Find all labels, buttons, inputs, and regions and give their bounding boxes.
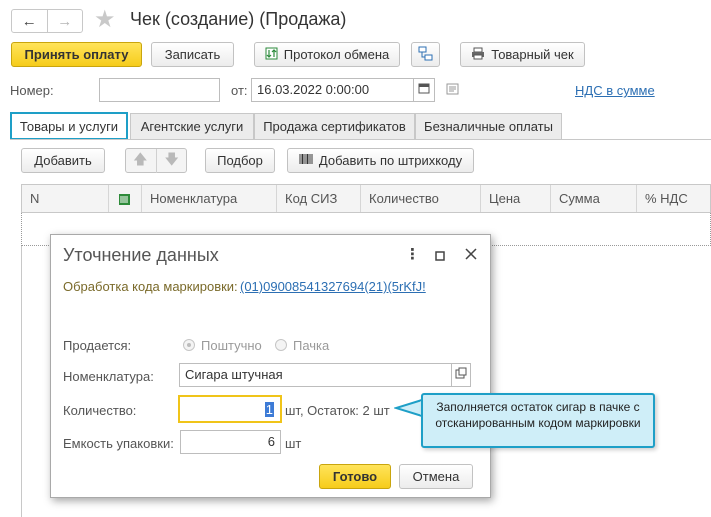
forward-arrow-icon[interactable]: →	[46, 10, 83, 32]
back-arrow-icon[interactable]: ←	[12, 10, 47, 32]
table-header: N Номенклатура Код СИЗ Количество Цена С…	[21, 184, 711, 213]
calendar-button[interactable]	[413, 78, 435, 102]
structure-button[interactable]	[411, 42, 440, 67]
comment-icon[interactable]	[446, 83, 459, 98]
sold-label: Продается:	[63, 338, 132, 353]
hint-callout: Заполняется остаток сигар в пачке с отск…	[421, 393, 655, 448]
open-nomenclature-button[interactable]	[451, 363, 471, 387]
add-row-button[interactable]: Добавить	[21, 148, 105, 173]
package-capacity-unit: шт	[285, 436, 302, 451]
column-n[interactable]: N	[22, 185, 109, 212]
goods-receipt-button[interactable]: Товарный чек	[460, 42, 585, 67]
nomenclature-label: Номенклатура:	[63, 369, 154, 384]
callout-pointer	[394, 398, 424, 418]
date-label: от:	[231, 83, 248, 98]
add-by-barcode-button[interactable]: Добавить по штрихкоду	[287, 148, 474, 173]
cancel-button[interactable]: Отмена	[399, 464, 473, 489]
date-field[interactable]: 16.03.2022 0:00:00	[251, 78, 414, 102]
hierarchy-icon	[418, 46, 433, 64]
dialog-title: Уточнение данных	[63, 245, 219, 265]
maximize-icon[interactable]	[435, 248, 445, 265]
tab-goods-services[interactable]: Товары и услуги	[10, 112, 128, 140]
marking-code-link[interactable]: (01)09008541327694(21)(5rKfJ!	[240, 279, 426, 294]
quantity-value: 1	[264, 402, 274, 417]
number-field[interactable]	[99, 78, 220, 102]
radio-per-piece-label: Поштучно	[201, 338, 262, 353]
navigation-buttons: ← →	[11, 9, 83, 33]
done-button[interactable]: Готово	[319, 464, 391, 489]
column-siz-code[interactable]: Код СИЗ	[277, 185, 361, 212]
window-title: Чек (создание) (Продажа)	[130, 9, 347, 29]
column-nomenclature[interactable]: Номенклатура	[142, 185, 277, 212]
open-icon	[455, 367, 467, 382]
select-button[interactable]: Подбор	[205, 148, 275, 173]
tab-certificate-sales[interactable]: Продажа сертификатов	[254, 113, 415, 139]
tab-agent-services[interactable]: Агентские услуги	[130, 113, 254, 139]
clarify-data-dialog: Уточнение данных ⋮ Обработка кода маркир…	[50, 234, 491, 498]
goods-receipt-label: Товарный чек	[491, 47, 574, 62]
column-vat-percent[interactable]: % НДС	[637, 185, 711, 212]
move-buttons: 🡅 🡇	[125, 148, 187, 173]
exchange-log-label: Протокол обмена	[283, 47, 390, 62]
more-icon[interactable]: ⋮	[405, 245, 420, 263]
column-quantity[interactable]: Количество	[361, 185, 481, 212]
package-capacity-label: Емкость упаковки:	[63, 436, 174, 451]
radio-pack-label: Пачка	[293, 338, 330, 353]
close-icon[interactable]	[465, 247, 477, 264]
table-border	[21, 246, 22, 517]
marking-label: Обработка кода маркировки:	[63, 279, 238, 294]
favorite-star-icon[interactable]: ★	[94, 7, 116, 33]
printer-icon	[471, 47, 485, 63]
radio-pack[interactable]	[275, 339, 287, 351]
barcode-icon	[299, 153, 313, 168]
tab-cashless-payments[interactable]: Безналичные оплаты	[415, 113, 562, 139]
calendar-icon	[418, 82, 430, 97]
column-marking[interactable]	[109, 185, 142, 212]
exchange-log-button[interactable]: Протокол обмена	[254, 42, 400, 67]
accept-payment-button[interactable]: Принять оплату	[11, 42, 142, 67]
add-by-barcode-label: Добавить по штрихкоду	[318, 153, 463, 168]
save-button[interactable]: Записать	[151, 42, 234, 67]
column-price[interactable]: Цена	[481, 185, 551, 212]
exchange-icon	[265, 47, 278, 63]
marking-icon	[118, 191, 131, 206]
package-capacity-field[interactable]: 6	[180, 430, 281, 454]
arrow-down-icon[interactable]: 🡇	[155, 148, 187, 173]
radio-per-piece[interactable]	[183, 339, 195, 351]
vat-in-sum-link[interactable]: НДС в сумме	[575, 83, 655, 98]
nomenclature-field[interactable]: Сигара штучная	[179, 363, 452, 387]
column-sum[interactable]: Сумма	[551, 185, 637, 212]
quantity-field[interactable]: 1	[178, 395, 282, 423]
number-label: Номер:	[10, 83, 54, 98]
arrow-up-icon[interactable]: 🡅	[125, 149, 155, 173]
tab-divider	[10, 139, 711, 140]
quantity-label: Количество:	[63, 403, 137, 418]
quantity-remainder-text: шт, Остаток: 2 шт	[285, 403, 390, 418]
